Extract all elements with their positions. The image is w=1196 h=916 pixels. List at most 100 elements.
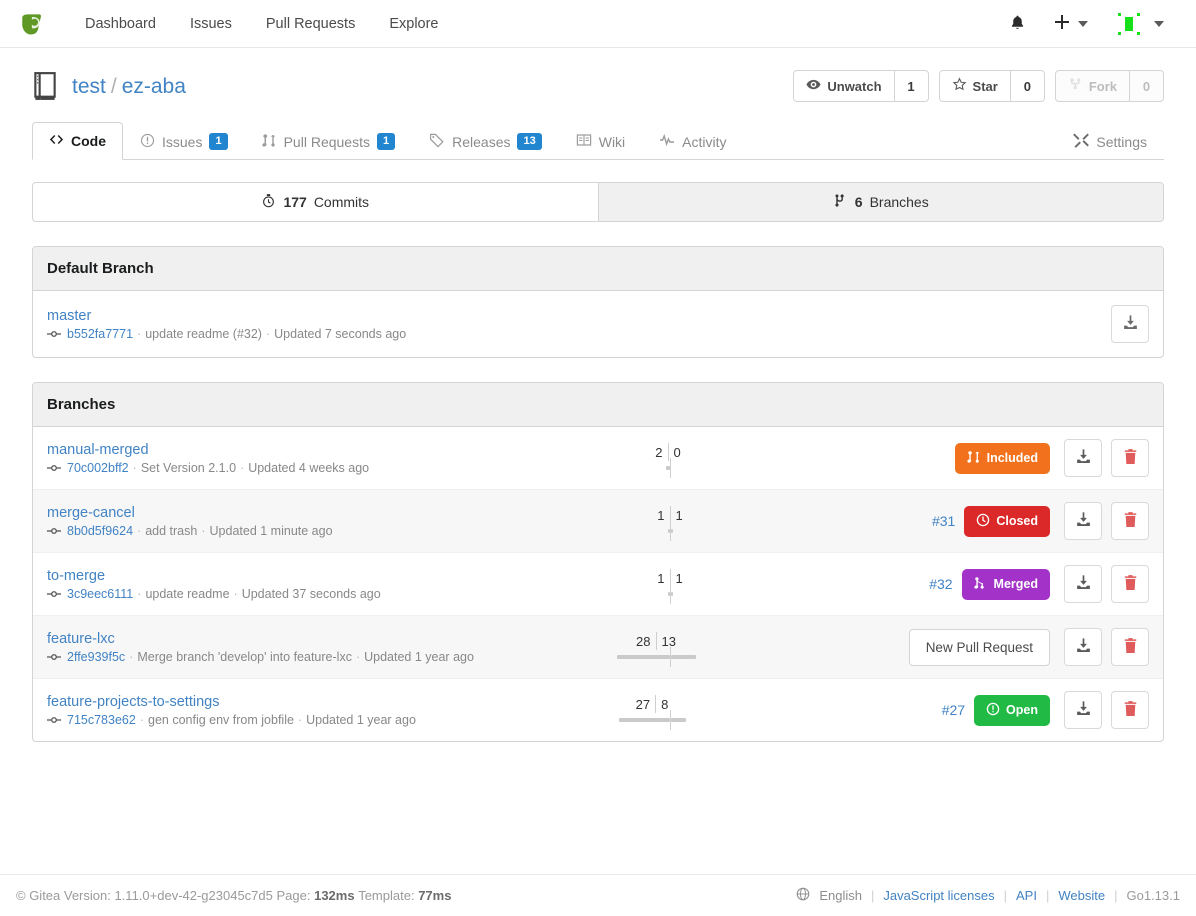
branch-meta: 70c002bff2·Set Version 2.1.0·Updated 4 w… [47, 461, 547, 475]
tab-wiki[interactable]: Wiki [559, 122, 642, 160]
branch-row-actions [1064, 565, 1149, 603]
status-badge[interactable]: Open [974, 695, 1050, 726]
delete-branch-button[interactable] [1111, 691, 1149, 729]
branch-row-actions [1064, 502, 1149, 540]
branch-row-actions [1064, 691, 1149, 729]
footer-template-time: 77ms [418, 888, 451, 903]
footer-separator: | [871, 888, 874, 903]
status-badge[interactable]: Merged [962, 569, 1050, 600]
pull-request-number-link[interactable]: #27 [942, 702, 965, 718]
watch-count[interactable]: 1 [895, 70, 929, 102]
star-count[interactable]: 0 [1011, 70, 1045, 102]
tab-code[interactable]: Code [32, 122, 123, 160]
nav-item-explore[interactable]: Explore [372, 0, 455, 48]
branch-info: merge-cancel8b0d5f9624·add trash·Updated… [47, 504, 547, 538]
download-branch-button[interactable] [1111, 305, 1149, 343]
branch-name-link[interactable]: to-merge [47, 568, 105, 584]
meta-separator: · [137, 587, 141, 601]
branch-commit-sha[interactable]: 8b0d5f9624 [67, 524, 133, 538]
branch-status-cell: #32 Merged [765, 569, 1064, 600]
repo-name-link[interactable]: ez-aba [122, 75, 186, 98]
commit-icon [47, 525, 61, 537]
pull-request-number-link[interactable]: #31 [932, 513, 955, 529]
tab-pull-requests-label: Pull Requests [284, 134, 370, 150]
delete-branch-button[interactable] [1111, 565, 1149, 603]
commits-behind-count: 1 [671, 571, 683, 586]
api-link[interactable]: API [1016, 888, 1037, 903]
tab-pull-requests[interactable]: Pull Requests 1 [245, 122, 413, 160]
commits-label: Commits [314, 194, 369, 210]
tab-issues[interactable]: Issues 1 [123, 122, 245, 160]
branch-updated: Updated 1 year ago [364, 650, 474, 664]
language-selector[interactable]: English [819, 888, 862, 903]
default-branch-name-link[interactable]: master [47, 308, 91, 324]
branch-info: manual-merged 70c002bff2·Set Version 2.1.… [47, 441, 547, 475]
website-link[interactable]: Website [1058, 888, 1105, 903]
pull-request-number-link[interactable]: #32 [929, 576, 952, 592]
branch-commit-sha[interactable]: 715c783e62 [67, 713, 136, 727]
download-branch-button[interactable] [1064, 628, 1102, 666]
branch-commit-message: gen config env from jobfile [148, 713, 294, 727]
behind-bar [671, 718, 686, 722]
divergence-bars [668, 526, 673, 536]
download-branch-button[interactable] [1064, 502, 1102, 540]
download-branch-button[interactable] [1064, 691, 1102, 729]
issue-opened-icon [986, 702, 1000, 719]
tab-code-label: Code [71, 133, 106, 149]
divergence-divider [670, 458, 671, 478]
chevron-down-icon [1154, 21, 1164, 27]
branch-name-link[interactable]: feature-projects-to-settings [47, 694, 219, 710]
status-badge[interactable]: Closed [964, 506, 1050, 537]
unwatch-button[interactable]: Unwatch [793, 70, 894, 102]
plus-icon [1054, 14, 1070, 33]
download-branch-button[interactable] [1064, 565, 1102, 603]
commit-icon [47, 714, 61, 726]
branch-commit-message: update readme [145, 587, 229, 601]
gitea-logo-icon[interactable] [16, 9, 46, 39]
nav-item-pull-requests[interactable]: Pull Requests [249, 0, 372, 48]
delete-branch-button[interactable] [1111, 502, 1149, 540]
tab-issues-badge: 1 [209, 133, 227, 150]
repo-tabs: Code Issues 1 Pull Requests 1 [32, 120, 1164, 160]
avatar [1116, 11, 1142, 37]
divergence-graph: 278 [575, 695, 765, 725]
notifications-button[interactable] [995, 0, 1040, 48]
branch-name-link[interactable]: manual-merged [47, 442, 149, 458]
branch-commit-sha[interactable]: 3c9eec6111 [67, 587, 133, 601]
branch-commit-sha[interactable]: 70c002bff2 [67, 461, 129, 475]
default-branch-sha[interactable]: b552fa7771 [67, 327, 133, 341]
create-new-button[interactable] [1040, 0, 1102, 48]
status-badge-label: Merged [994, 577, 1038, 591]
repo-owner-link[interactable]: test [72, 75, 106, 98]
branches-summary-link[interactable]: 6 Branches [598, 183, 1164, 221]
tab-settings[interactable]: Settings [1056, 122, 1164, 160]
delete-branch-button[interactable] [1111, 628, 1149, 666]
javascript-licenses-link[interactable]: JavaScript licenses [883, 888, 994, 903]
new-pull-request-button[interactable]: New Pull Request [909, 629, 1050, 666]
top-navbar: Dashboard Issues Pull Requests Explore [0, 0, 1196, 48]
commits-count: 177 [283, 194, 306, 210]
nav-item-issues[interactable]: Issues [173, 0, 249, 48]
status-badge-label: Closed [996, 514, 1038, 528]
delete-branch-button[interactable] [1111, 439, 1149, 477]
branch-commit-sha[interactable]: 2ffe939f5c [67, 650, 125, 664]
branch-commit-message: Merge branch 'develop' into feature-lxc [137, 650, 352, 664]
status-badge[interactable]: Included [955, 443, 1050, 474]
fork-count: 0 [1130, 70, 1164, 102]
trash-icon [1122, 511, 1139, 531]
commits-ahead-count: 27 [636, 697, 655, 712]
branch-name-link[interactable]: merge-cancel [47, 505, 135, 521]
tag-icon [429, 132, 445, 151]
commits-summary-link[interactable]: 177 Commits [33, 183, 598, 221]
branch-row-actions [1064, 439, 1149, 477]
download-branch-button[interactable] [1064, 439, 1102, 477]
branch-info: feature-projects-to-settings715c783e62·g… [47, 693, 547, 727]
nav-item-dashboard[interactable]: Dashboard [68, 0, 173, 48]
user-menu-button[interactable] [1102, 0, 1178, 48]
star-button[interactable]: Star [939, 70, 1011, 102]
branch-name-link[interactable]: feature-lxc [47, 631, 115, 647]
branch-meta: 2ffe939f5c·Merge branch 'develop' into f… [47, 650, 547, 664]
tab-releases[interactable]: Releases 13 [412, 122, 559, 160]
tab-activity[interactable]: Activity [642, 122, 743, 160]
divergence-counts: 278 [636, 695, 669, 713]
